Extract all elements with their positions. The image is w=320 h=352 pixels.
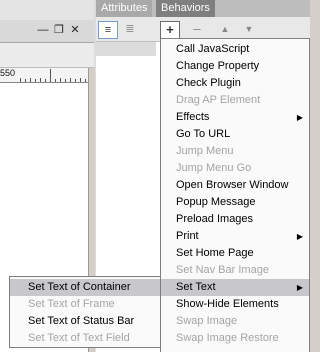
menu-item-go-to-url[interactable]: Go To URL [161, 126, 309, 143]
menu-item-swap-image: Swap Image [176, 315, 238, 327]
set-text-submenu: Set Text of Container Set Text of Frame … [9, 276, 161, 348]
menu-item-call-javascript[interactable]: Call JavaScript [161, 41, 309, 58]
submenu-item-set-text-of-text-field: Set Text of Text Field [28, 332, 130, 344]
submenu-item-set-text-of-status-bar[interactable]: Set Text of Status Bar [10, 313, 160, 330]
show-set-events-button[interactable]: ≡ [98, 21, 118, 39]
remove-behavior-button[interactable]: – [190, 21, 204, 37]
move-up-button[interactable]: ▲ [218, 21, 232, 37]
submenu-arrow-icon: ▶ [296, 232, 303, 241]
submenu-arrow-icon: ▶ [296, 283, 303, 292]
tag-inspector-tabs: Attributes Behaviors [96, 0, 310, 17]
menu-item-show-hide-elements[interactable]: Show-Hide Elements [161, 296, 309, 313]
menu-item-popup-message[interactable]: Popup Message [161, 194, 309, 211]
events-column [96, 42, 156, 56]
menu-item-set-home-page[interactable]: Set Home Page [161, 245, 309, 262]
menu-item-jump-menu: Jump Menu [176, 145, 234, 157]
show-all-events-button[interactable]: ≣ [122, 21, 138, 37]
menu-item-open-browser-window[interactable]: Open Browser Window [161, 177, 309, 194]
tab-behaviors[interactable]: Behaviors [156, 0, 215, 17]
menu-item-check-plugin[interactable]: Check Plugin [161, 75, 309, 92]
dreamweaver-workspace: — ❐ ✕ 550 Attributes Behaviors ≡ ≣ + – ▲… [0, 0, 310, 352]
menu-item-effects[interactable]: Effects ▶ [161, 109, 309, 126]
restore-icon[interactable]: ❐ [52, 23, 66, 37]
horizontal-ruler: 550 [0, 68, 88, 83]
minimize-icon[interactable]: — [36, 23, 50, 37]
menu-item-swap-image-restore: Swap Image Restore [176, 332, 279, 344]
submenu-item-set-text-of-container[interactable]: Set Text of Container [10, 279, 160, 296]
menu-item-print[interactable]: Print ▶ [161, 228, 309, 245]
move-down-button[interactable]: ▼ [242, 21, 256, 37]
document-toolbar [0, 0, 94, 21]
document-view-strip [0, 43, 94, 68]
menu-item-set-nav-bar-image: Set Nav Bar Image [176, 264, 269, 276]
ruler-label: 550 [0, 68, 16, 78]
menu-item-drag-ap-element: Drag AP Element [176, 94, 261, 106]
menu-item-change-property[interactable]: Change Property [161, 58, 309, 75]
submenu-arrow-icon: ▶ [296, 113, 303, 122]
close-icon[interactable]: ✕ [68, 23, 82, 37]
add-behavior-button[interactable]: + [160, 21, 180, 39]
behaviors-menu: Call JavaScript Change Property Check Pl… [160, 38, 310, 352]
tab-attributes[interactable]: Attributes [96, 0, 153, 17]
menu-item-jump-menu-go: Jump Menu Go [176, 162, 252, 174]
menu-item-set-text[interactable]: Set Text ▶ [161, 279, 309, 296]
submenu-item-set-text-of-frame: Set Text of Frame [28, 298, 115, 310]
menu-item-preload-images[interactable]: Preload Images [161, 211, 309, 228]
